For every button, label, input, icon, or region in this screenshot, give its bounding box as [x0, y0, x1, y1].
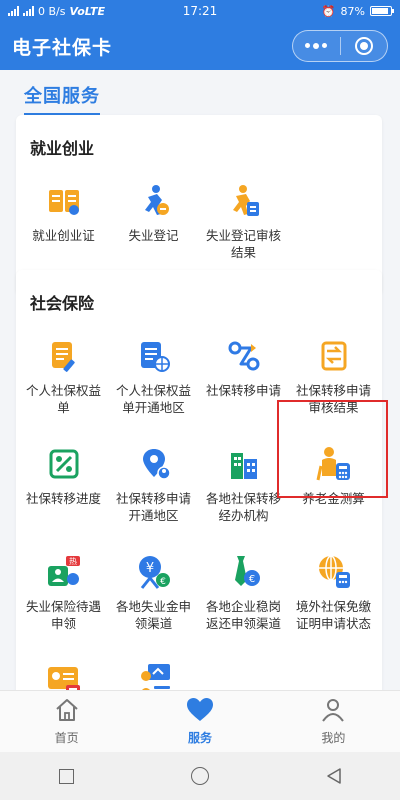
system-nav-bar: [0, 752, 400, 800]
service-tile-label: 各地企业稳岗返还申领渠道: [205, 599, 281, 631]
buildings-icon: [224, 444, 264, 484]
tie-yen-icon: €: [224, 552, 264, 592]
service-tile[interactable]: 就业创业证: [20, 177, 107, 285]
close-button[interactable]: [341, 31, 388, 61]
service-tile-label: 境外社保免缴证明申请状态: [295, 599, 371, 631]
back-button[interactable]: [326, 767, 342, 785]
percent-progress-icon: [44, 444, 84, 484]
service-tile-label: 社保转移申请开通地区: [115, 491, 191, 523]
book-icon: [44, 181, 84, 221]
svg-text:¥: ¥: [145, 561, 153, 576]
section-title: 全国服务: [24, 82, 100, 115]
service-tile[interactable]: 个人社保权益单开通地区: [110, 332, 197, 440]
document-globe-icon: [134, 336, 174, 376]
battery-percent: 87%: [340, 4, 365, 18]
app-header: 电子社保卡: [0, 22, 400, 70]
location-person-icon: [134, 444, 174, 484]
home-icon: [54, 697, 80, 726]
service-tile[interactable]: 社保转移进度: [20, 440, 107, 548]
svg-text:€: €: [160, 577, 166, 587]
tab-label: 首页: [54, 731, 79, 745]
tab-label: 服务: [187, 731, 212, 745]
employment-card: 就业创业 就业创业证 失业登记 失业登记审核结果: [16, 115, 382, 295]
employment-grid: 就业创业证 失业登记 失业登记审核结果: [20, 177, 378, 285]
page-title: 电子社保卡: [12, 36, 113, 59]
service-tile-label: 各地社保转移经办机构: [205, 491, 281, 523]
yen-coin-icon: ¥ €: [134, 552, 174, 592]
mini-program-capsule: [292, 30, 388, 62]
clock: 17:21: [182, 4, 218, 18]
globe-calculator-icon: [314, 552, 354, 592]
recent-apps-button[interactable]: [58, 768, 74, 784]
card-title-employment: 就业创业: [30, 139, 95, 158]
tab-services[interactable]: 服务: [133, 691, 266, 752]
online-service-icon: [134, 660, 174, 690]
service-tile-label: 养老金测算: [302, 491, 365, 506]
service-tile[interactable]: 个人社保权益单: [20, 332, 107, 440]
service-tile[interactable]: € 各地企业稳岗返还申领渠道: [200, 548, 287, 656]
transfer-doc-icon: [314, 336, 354, 376]
card-title-social-insurance: 社会保险: [30, 294, 95, 313]
route-icon: [224, 336, 264, 376]
svg-text:€: €: [248, 574, 254, 585]
service-tile[interactable]: ¥ € 各地失业金申领渠道: [110, 548, 197, 656]
carrier: VoLTE: [69, 4, 105, 18]
service-tile[interactable]: 社保转移申请开通地区: [110, 440, 197, 548]
service-tile[interactable]: 境外社保免缴证明申请状态: [290, 548, 377, 656]
more-dots-icon: [305, 43, 328, 49]
profile-icon: [320, 697, 346, 726]
service-tile-label: 失业保险待遇申领: [25, 599, 101, 631]
service-tile-label: 社保转移申请审核结果: [295, 383, 371, 415]
person-clipboard-icon: [224, 181, 264, 221]
service-tile-label: 各地失业金申领渠道: [115, 599, 191, 631]
service-tile[interactable]: 社保网上办事大厅: [110, 656, 197, 690]
tab-bar: 首页 服务 我的: [0, 690, 400, 752]
service-tile[interactable]: 各地社保转移经办机构: [200, 440, 287, 548]
service-tile[interactable]: 热失业保险待遇申领: [20, 548, 107, 656]
service-tile-label: 就业创业证: [32, 228, 95, 243]
signal-icon: [8, 6, 19, 16]
heart-icon: [186, 697, 214, 726]
battery-icon: [370, 6, 394, 16]
social-insurance-grid: 个人社保权益单 个人社保权益单开通地区 社保转移申请 社保转移申请审核结果社保转移进度…: [20, 332, 378, 690]
service-tile[interactable]: 社保转移申请: [200, 332, 287, 440]
more-button[interactable]: [293, 31, 340, 61]
alarm-icon: ⏰: [321, 4, 336, 18]
content-area: 全国服务 就业创业 就业创业证 失业登记 失业登记审核结果 社会保险 个人社保权益单…: [0, 70, 400, 690]
pension-calculator-icon: [314, 444, 354, 484]
id-card-icon: [44, 660, 84, 690]
tab-home[interactable]: 首页: [0, 691, 133, 752]
service-tile-label: 失业登记审核结果: [205, 228, 281, 260]
service-tile-label: 社保转移进度: [25, 491, 101, 506]
signal-icon-2: [23, 6, 34, 16]
network-speed: 0 B/s: [38, 4, 66, 18]
social-insurance-card: 社会保险 个人社保权益单 个人社保权益单开通地区 社保转移申请 社保转移申请审核结果社…: [16, 270, 382, 690]
service-tile-label: 个人社保权益单开通地区: [115, 383, 191, 415]
target-icon: [354, 37, 373, 55]
service-tile[interactable]: 社保转移申请审核结果: [290, 332, 377, 440]
running-person-icon: [134, 181, 174, 221]
service-tile-label: 失业登记: [128, 228, 179, 243]
tab-mine[interactable]: 我的: [267, 691, 400, 752]
service-tile-label: 社保转移申请: [205, 383, 281, 398]
home-button[interactable]: [190, 767, 209, 785]
service-tile[interactable]: 社保基金监督检查证: [20, 656, 107, 690]
svg-text:热: 热: [69, 556, 77, 566]
edit-document-icon: [44, 336, 84, 376]
status-bar: 0 B/s VoLTE 17:21 ⏰ 87%: [0, 0, 400, 22]
service-tile-label: 个人社保权益单: [25, 383, 101, 415]
hot-money-person-icon: 热: [44, 552, 84, 592]
service-tile[interactable]: 失业登记审核结果: [200, 177, 287, 285]
tab-label: 我的: [321, 731, 346, 745]
service-tile[interactable]: 养老金测算: [290, 440, 377, 548]
service-tile[interactable]: 失业登记: [110, 177, 197, 285]
